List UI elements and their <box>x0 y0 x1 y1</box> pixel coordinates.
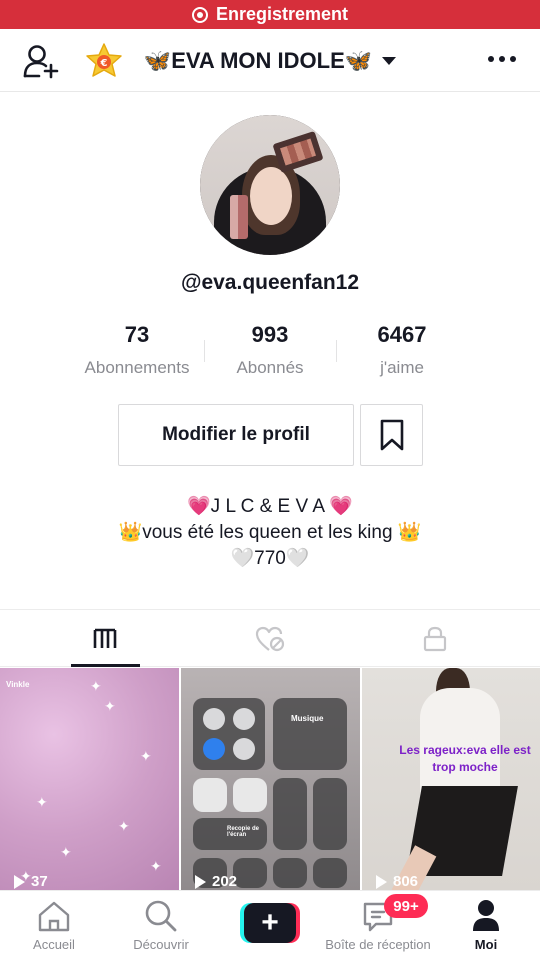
followers-count: 993 <box>251 322 289 347</box>
bio-line: 🤍770🤍 <box>230 548 310 569</box>
view-count-value: 806 <box>393 873 419 890</box>
view-count: 37 <box>14 873 48 890</box>
sparkle-icon: ✦ <box>140 748 152 764</box>
video-grid: Vinkle ✦ ✦ ✦ ✦ ✦ ✦ ✦ ✦ 37 Musique Recopi… <box>0 668 540 890</box>
record-icon <box>191 6 208 23</box>
nav-discover-label: Découvrir <box>133 937 189 952</box>
bio: 💗J L C & E V A 💗 👑vous été les queen et … <box>0 494 540 572</box>
sparkle-icon: ✦ <box>118 818 130 834</box>
avatar[interactable] <box>200 115 340 255</box>
nav-home-label: Accueil <box>33 937 75 952</box>
sparkle-icon: ✦ <box>36 794 48 810</box>
nav-inbox-label: Boîte de réception <box>325 937 431 952</box>
home-icon <box>38 901 70 932</box>
likes-label: j'aime <box>380 358 424 377</box>
recording-indicator[interactable]: Enregistrement <box>0 0 540 29</box>
nav-discover[interactable]: Découvrir <box>116 891 206 960</box>
create-button[interactable]: + <box>240 903 300 943</box>
view-count: 202 <box>195 873 237 890</box>
sparkle-icon: ✦ <box>104 698 116 714</box>
add-user-icon[interactable] <box>22 43 60 79</box>
play-icon <box>376 874 387 889</box>
profile-icon <box>473 900 499 931</box>
grid-icon <box>93 628 117 648</box>
bio-line: 💗J L C & E V A 💗 <box>187 496 353 517</box>
profile-header: € 🦋EVA MON IDOLE🦋 <box>0 29 540 92</box>
stat-followers[interactable]: 993 Abonnés <box>200 322 340 378</box>
edit-profile-button[interactable]: Modifier le profil <box>118 404 354 466</box>
tab-videos[interactable] <box>15 610 195 667</box>
play-icon <box>14 874 25 889</box>
tab-liked[interactable] <box>180 610 360 667</box>
video-thumbnail[interactable]: Les rageux:eva elle est trop moche 806 <box>362 668 540 890</box>
chevron-down-icon <box>382 56 397 65</box>
favorites-button[interactable] <box>360 404 423 466</box>
view-count: 806 <box>376 873 418 890</box>
profile-tabs <box>0 609 540 667</box>
inbox-badge: 99+ <box>384 894 428 918</box>
view-count-value: 37 <box>31 873 48 890</box>
bio-line: 👑vous été les queen et les king 👑 <box>118 522 422 543</box>
lock-icon <box>423 626 447 651</box>
username: @eva.queenfan12 <box>180 271 360 294</box>
play-icon <box>195 874 206 889</box>
more-options-icon[interactable] <box>488 56 516 62</box>
plus-icon: + <box>244 903 296 943</box>
nav-me-label: Moi <box>474 937 498 952</box>
coins-icon[interactable]: € <box>84 42 124 80</box>
stat-following[interactable]: 73 Abonnements <box>67 322 207 378</box>
following-count: 73 <box>124 322 150 347</box>
following-label: Abonnements <box>84 358 190 377</box>
nav-home[interactable]: Accueil <box>14 891 94 960</box>
bookmark-icon <box>380 419 403 451</box>
svg-text:€: € <box>100 58 108 69</box>
watermark: Vinkle <box>6 680 30 689</box>
video-thumbnail[interactable]: Vinkle ✦ ✦ ✦ ✦ ✦ ✦ ✦ ✦ 37 <box>0 668 179 890</box>
account-switcher[interactable]: 🦋EVA MON IDOLE🦋 <box>143 47 397 74</box>
search-icon <box>145 900 177 932</box>
profile-display-name: 🦋EVA MON IDOLE🦋 <box>143 47 373 73</box>
tab-private[interactable] <box>345 610 525 667</box>
video-caption: Les rageux:eva elle est trop moche <box>399 743 531 774</box>
tab-active-indicator <box>71 664 140 667</box>
likes-count: 6467 <box>377 322 427 347</box>
nav-me[interactable]: Moi <box>456 891 516 960</box>
stat-likes[interactable]: 6467 j'aime <box>332 322 472 378</box>
recording-label: Enregistrement <box>215 4 349 24</box>
screen-mirroring-label: Recopie de l'écran <box>227 826 260 838</box>
view-count-value: 202 <box>212 873 238 890</box>
bottom-navigation: Accueil Découvrir + Boîte de réception 9… <box>0 890 540 960</box>
sparkle-icon: ✦ <box>60 844 72 860</box>
sparkle-icon: ✦ <box>150 858 162 874</box>
sparkle-icon: ✦ <box>90 678 102 694</box>
music-label: Musique <box>291 714 324 723</box>
followers-label: Abonnés <box>236 358 304 377</box>
video-thumbnail[interactable]: Musique Recopie de l'écran 202 <box>181 668 360 890</box>
hidden-heart-icon <box>255 626 285 651</box>
